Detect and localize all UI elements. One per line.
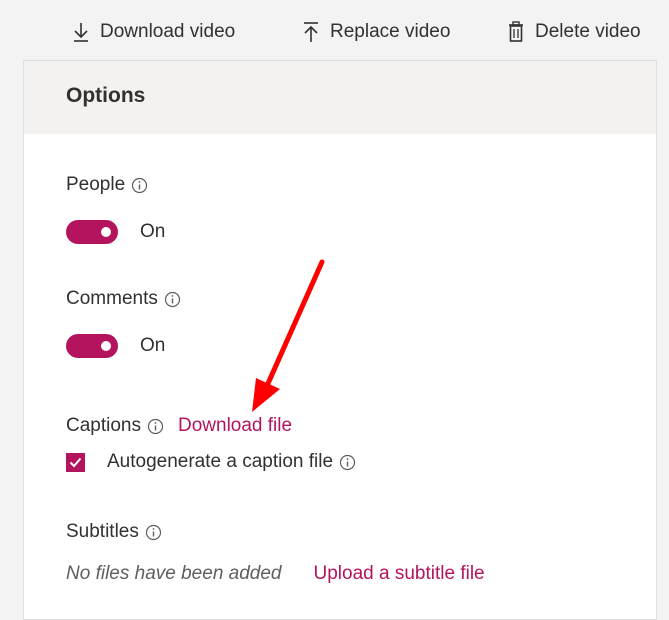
autogenerate-checkbox[interactable] — [66, 452, 85, 472]
info-icon[interactable] — [339, 454, 356, 471]
subtitles-label-row: Subtitles — [66, 521, 162, 543]
info-icon[interactable] — [164, 291, 181, 308]
autogenerate-row: Autogenerate a caption file — [66, 451, 356, 473]
comments-toggle-state: On — [140, 335, 166, 356]
video-toolbar: Download video Replace video Delete vide… — [0, 0, 669, 62]
download-video-label: Download video — [100, 21, 236, 42]
download-captions-link[interactable]: Download file — [178, 415, 292, 437]
autogenerate-label: Autogenerate a caption file — [107, 451, 334, 472]
comments-toggle-row: On — [66, 334, 165, 358]
captions-label-row: Captions Download file — [66, 415, 292, 437]
comments-label: Comments — [66, 288, 158, 309]
options-title: Options — [66, 84, 146, 107]
delete-video-label: Delete video — [535, 21, 641, 42]
info-icon[interactable] — [145, 524, 162, 541]
options-panel: Options People On Comments On Captions D… — [23, 60, 657, 620]
no-subtitles-text: No files have been added — [66, 563, 282, 584]
subtitles-label: Subtitles — [66, 521, 139, 542]
replace-video-label: Replace video — [330, 21, 451, 42]
toggle-knob — [101, 341, 111, 351]
comments-toggle[interactable] — [66, 334, 118, 358]
people-toggle-state: On — [140, 221, 166, 242]
download-icon — [70, 20, 92, 44]
comments-label-row: Comments — [66, 288, 181, 310]
upload-icon — [300, 20, 322, 44]
subtitles-files-row: No files have been added Upload a subtit… — [66, 563, 485, 585]
replace-video-button[interactable]: Replace video — [300, 18, 450, 46]
toggle-knob — [101, 227, 111, 237]
trash-icon — [505, 20, 527, 44]
people-label: People — [66, 174, 126, 195]
upload-subtitle-link[interactable]: Upload a subtitle file — [314, 563, 485, 585]
checkmark-icon — [69, 457, 82, 467]
options-header: Options — [24, 61, 656, 134]
people-toggle[interactable] — [66, 220, 118, 244]
people-label-row: People — [66, 174, 148, 196]
download-video-button[interactable]: Download video — [70, 18, 235, 46]
people-toggle-row: On — [66, 220, 165, 244]
captions-label: Captions — [66, 415, 141, 436]
info-icon[interactable] — [147, 418, 164, 435]
delete-video-button[interactable]: Delete video — [505, 18, 641, 46]
info-icon[interactable] — [131, 177, 148, 194]
